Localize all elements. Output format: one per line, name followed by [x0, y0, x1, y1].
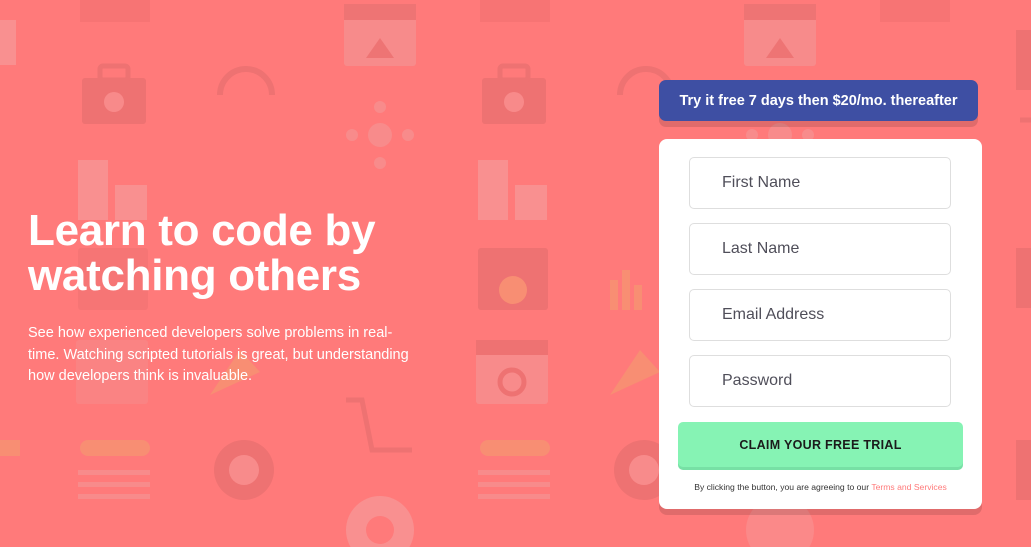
chart-icon: [610, 270, 642, 310]
hero-title-line1: Learn to code by: [28, 206, 376, 255]
promo-banner: Try it free 7 days then $20/mo. thereaft…: [659, 80, 978, 121]
hero-description: See how experienced developers solve pro…: [28, 325, 409, 384]
hero-title-line2: watching others: [28, 251, 361, 300]
first-name-field[interactable]: [689, 157, 951, 209]
claim-trial-button[interactable]: CLAIM YOUR FREE TRIAL: [678, 422, 963, 467]
last-name-field[interactable]: [689, 223, 951, 275]
promo-text: Try it free 7 days then $20/mo. thereaft…: [679, 92, 958, 109]
headset-icon: [217, 66, 675, 96]
password-field[interactable]: [689, 355, 951, 407]
gear-icon: [214, 440, 674, 500]
home-window-icon: [344, 4, 416, 66]
terms-link[interactable]: Terms and Services: [871, 482, 946, 492]
toolbox-icon: [82, 63, 146, 124]
terms-notice: By clicking the button, you are agreeing…: [659, 482, 982, 492]
hero-section: Learn to code by watching others See how…: [28, 208, 428, 388]
document-icon: [78, 470, 550, 499]
email-field[interactable]: [689, 289, 951, 341]
hero-title: Learn to code by watching others: [28, 208, 428, 298]
signup-form: CLAIM YOUR FREE TRIAL By clicking the bu…: [659, 139, 982, 509]
terms-prefix: By clicking the button, you are agreeing…: [694, 482, 870, 492]
